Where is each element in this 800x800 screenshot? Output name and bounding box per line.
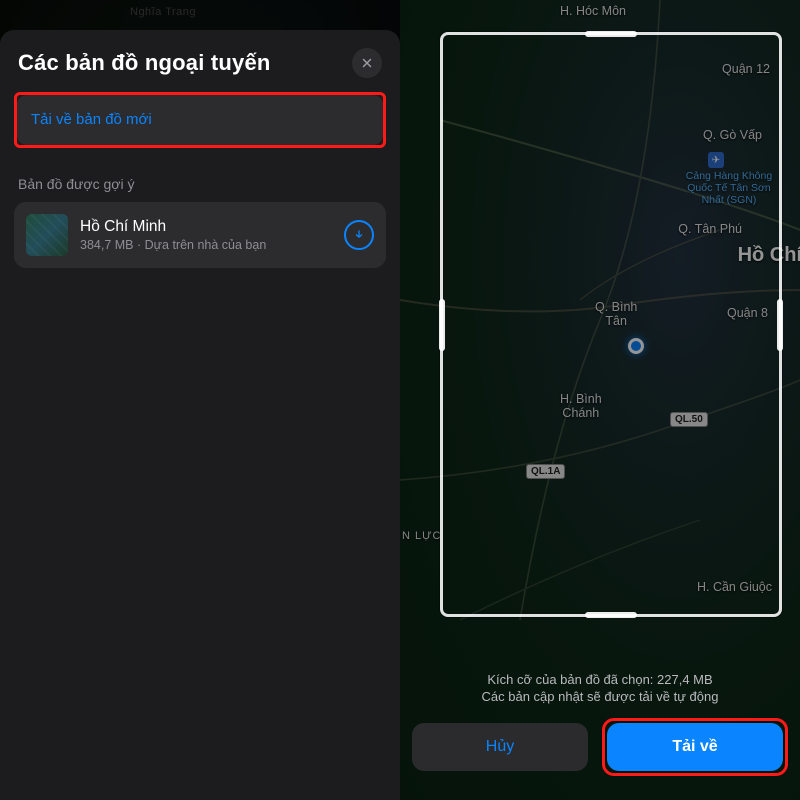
suggested-map-thumbnail — [26, 214, 68, 256]
suggested-map-card[interactable]: Hồ Chí Minh 384,7 MB · Dựa trên nhà của … — [14, 202, 386, 268]
suggested-maps-section-label: Bản đồ được gợi ý — [18, 176, 382, 192]
selection-handle-left[interactable] — [439, 299, 445, 351]
download-new-map-row[interactable]: Tải về bản đồ mới — [17, 95, 383, 145]
download-icon — [352, 228, 366, 242]
download-new-map-row-highlight: Tải về bản đồ mới — [14, 92, 386, 148]
download-bottom-bar: Kích cỡ của bản đồ đã chọn: 227,4 MB Các… — [400, 662, 800, 800]
selection-handle-top[interactable] — [585, 31, 637, 37]
offline-maps-sheet: Các bản đồ ngoại tuyến Tải về bản đồ mới… — [0, 30, 400, 800]
suggested-map-title: Hồ Chí Minh — [80, 218, 332, 236]
close-button[interactable] — [352, 48, 382, 78]
suggested-map-subtitle: 384,7 MB · Dựa trên nhà của bạn — [80, 238, 332, 252]
offline-maps-sheet-screen: Nghĩa Trang Các bản đồ ngoại tuyến Tải v… — [0, 0, 400, 800]
selection-handle-right[interactable] — [777, 299, 783, 351]
close-icon — [360, 56, 374, 70]
cancel-button-label: Hủy — [486, 738, 514, 756]
download-new-map-label: Tải về bản đồ mới — [31, 111, 152, 128]
download-button-highlight: Tải về — [602, 718, 788, 776]
download-button[interactable]: Tải về — [607, 723, 783, 771]
sheet-title: Các bản đồ ngoại tuyến — [18, 50, 271, 76]
selection-frame[interactable] — [440, 32, 782, 617]
selection-handle-bottom[interactable] — [585, 612, 637, 618]
auto-update-label: Các bản cập nhật sẽ được tải về tự động — [412, 689, 788, 704]
map-area-select-screen: H. Hóc Môn Quận 12 Q. Gò Vấp ✈ Cảng Hàng… — [400, 0, 800, 800]
download-button-label: Tải về — [672, 738, 717, 756]
download-suggested-button[interactable] — [344, 220, 374, 250]
selected-size-label: Kích cỡ của bản đồ đã chọn: 227,4 MB — [412, 672, 788, 687]
cancel-button[interactable]: Hủy — [412, 723, 588, 771]
